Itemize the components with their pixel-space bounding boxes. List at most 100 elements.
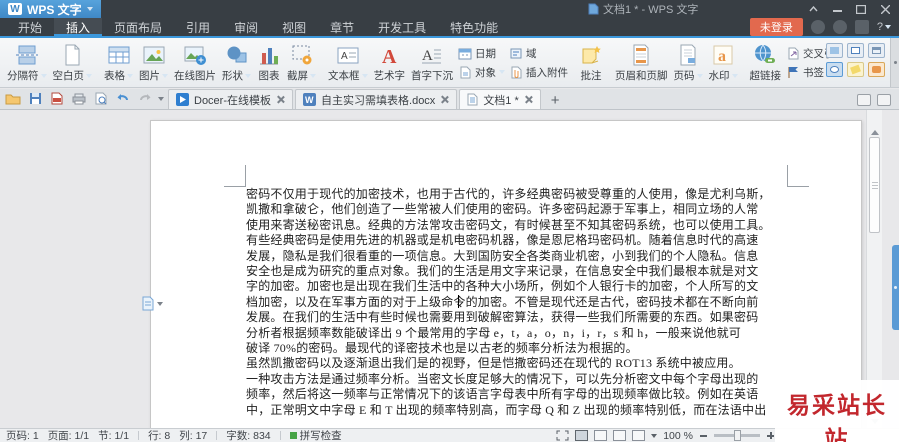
screenshot-button[interactable]: 截屏: [284, 40, 319, 85]
new-tab-button[interactable]: +: [543, 92, 568, 109]
doc-tab-document1[interactable]: 文档1 *: [459, 89, 541, 109]
tab-list-icon[interactable]: [857, 94, 871, 106]
mini-picture-tool-icon[interactable]: [826, 43, 843, 58]
ribbon-collapse-handle[interactable]: [890, 38, 899, 87]
tab-more-icon[interactable]: [877, 94, 891, 106]
view-outline-icon[interactable]: [594, 430, 608, 441]
mini-object-tool-icon[interactable]: [826, 62, 843, 77]
document-line: 档加密，以及在军事方面的对于上级命令的加密。不管是现代还是古代，密码技术都在不断…: [246, 294, 759, 309]
wordart-button[interactable]: A 艺术字: [371, 40, 409, 85]
tab-review[interactable]: 审阅: [222, 18, 270, 36]
skin-theme-icon[interactable]: [854, 20, 869, 34]
mini-highlight-tool-icon[interactable]: [847, 62, 864, 77]
tab-view[interactable]: 视图: [270, 18, 318, 36]
page-break-button[interactable]: 分隔符: [4, 40, 50, 85]
mini-checkbox-tool-icon[interactable]: [847, 43, 864, 58]
page[interactable]: 密码不仅用于现代的加密技术，也用于古代的，许多经典密码被受尊重的人使用，像是尤利…: [150, 120, 862, 428]
online-picture-button[interactable]: 在线图片: [171, 40, 219, 85]
tab-special-features[interactable]: 特色功能: [438, 18, 510, 36]
close-icon[interactable]: [440, 95, 449, 104]
maximize-button[interactable]: [851, 2, 871, 16]
document-line: 破译 70%的密码。最现代的译密技术也是以古老的频率分析法为根据的。: [246, 341, 638, 356]
redo-icon[interactable]: [136, 90, 154, 107]
tab-references[interactable]: 引用: [174, 18, 222, 36]
date-button[interactable]: 日期: [458, 46, 505, 61]
spell-check-toggle[interactable]: 拼写检查: [289, 428, 342, 442]
minimize-button[interactable]: [827, 2, 847, 16]
open-folder-icon[interactable]: [4, 90, 22, 107]
document-icon: [588, 3, 599, 15]
blank-page-button[interactable]: 空白页: [50, 40, 96, 85]
zoom-slider[interactable]: [714, 430, 760, 441]
smart-format-button[interactable]: [141, 296, 163, 311]
table-button[interactable]: 表格: [101, 40, 136, 85]
close-icon[interactable]: [276, 95, 285, 104]
document-tab-bar: Docer-在线模板 W 自主实习需填表格.docx 文档1 * +: [0, 89, 899, 110]
scroll-up-icon[interactable]: [871, 130, 879, 135]
save-icon[interactable]: [26, 90, 44, 107]
ribbon: 分隔符 空白页 表格 图片 在线图片 形状 图表 截屏 A 文本框 A 艺术字 …: [0, 38, 899, 88]
dropcap-button[interactable]: A 首字下沉: [408, 40, 456, 85]
print-icon[interactable]: [70, 90, 88, 107]
sidebar-expand-handle[interactable]: [892, 245, 899, 330]
watermark-button[interactable]: a 水印: [706, 40, 741, 85]
qat-more-icon[interactable]: [158, 96, 164, 101]
mini-lock-tool-icon[interactable]: [868, 62, 885, 77]
tab-home[interactable]: 开始: [6, 18, 54, 36]
doc-tab-form[interactable]: W 自主实习需填表格.docx: [295, 89, 458, 109]
collapse-window-button[interactable]: [803, 2, 823, 16]
attachment-button[interactable]: 插入附件: [509, 65, 568, 80]
comment-button[interactable]: 批注: [576, 40, 606, 85]
close-icon[interactable]: [524, 95, 533, 104]
login-button[interactable]: 未登录: [749, 18, 803, 36]
field-icon: [510, 48, 522, 58]
chart-button[interactable]: 图表: [254, 40, 284, 85]
tab-page-layout[interactable]: 页面布局: [102, 18, 174, 36]
zoom-level[interactable]: 100 %: [663, 430, 693, 442]
app-menu-button[interactable]: W WPS 文字: [0, 0, 101, 18]
comment-icon: [579, 42, 603, 66]
view-page-layout-icon[interactable]: [575, 430, 589, 441]
undo-icon[interactable]: [114, 90, 132, 107]
print-preview-icon[interactable]: [92, 90, 110, 107]
zoom-in-icon[interactable]: [766, 431, 775, 440]
shapes-button[interactable]: 形状: [219, 40, 254, 85]
chevron-down-icon: [885, 25, 891, 29]
doc-tab-docer[interactable]: Docer-在线模板: [168, 89, 294, 109]
view-more-icon[interactable]: [651, 433, 658, 438]
scrollbar-thumb[interactable]: [869, 137, 880, 233]
chevron-down-icon: [127, 73, 133, 78]
mini-window-tool-icon[interactable]: [868, 43, 885, 58]
zoom-slider-thumb[interactable]: [734, 430, 741, 441]
field-button[interactable]: 域: [509, 46, 568, 61]
export-pdf-icon[interactable]: [48, 90, 66, 107]
header-footer-button[interactable]: 页眉和页脚: [612, 40, 671, 85]
document-text[interactable]: 密码不仅用于现代的加密技术，也用于古代的，许多经典密码被受尊重的人使用，像是尤利…: [246, 187, 791, 418]
paste-options-icon: [142, 296, 154, 311]
status-line: 行: 8: [148, 430, 171, 442]
view-web-layout-icon[interactable]: [613, 430, 627, 441]
zoom-out-icon[interactable]: [699, 431, 708, 440]
object-button[interactable]: 对象: [458, 65, 505, 80]
view-fullscreen-icon[interactable]: [632, 430, 646, 441]
close-button[interactable]: [875, 2, 895, 16]
dropcap-icon: A: [420, 42, 444, 66]
hyperlink-button[interactable]: 超链接: [747, 40, 785, 85]
tab-developer[interactable]: 开发工具: [366, 18, 438, 36]
status-column: 列: 17: [179, 430, 208, 442]
attachment-icon: [511, 66, 522, 78]
cloud-icon[interactable]: [810, 20, 825, 34]
tab-insert[interactable]: 插入: [54, 18, 103, 36]
svg-text:A: A: [422, 48, 433, 64]
sync-icon[interactable]: [832, 20, 847, 34]
help-button[interactable]: ?: [877, 21, 891, 33]
chart-icon: [257, 42, 281, 66]
page-number-button[interactable]: 页码: [671, 40, 706, 85]
textbox-button[interactable]: A 文本框: [325, 40, 371, 85]
status-word-count[interactable]: 字数: 834: [226, 428, 270, 442]
app-name: WPS 文字: [27, 2, 82, 17]
picture-button[interactable]: 图片: [136, 40, 171, 85]
page-break-icon: [15, 42, 39, 66]
fit-page-icon[interactable]: [556, 430, 569, 441]
tab-section[interactable]: 章节: [318, 18, 366, 36]
